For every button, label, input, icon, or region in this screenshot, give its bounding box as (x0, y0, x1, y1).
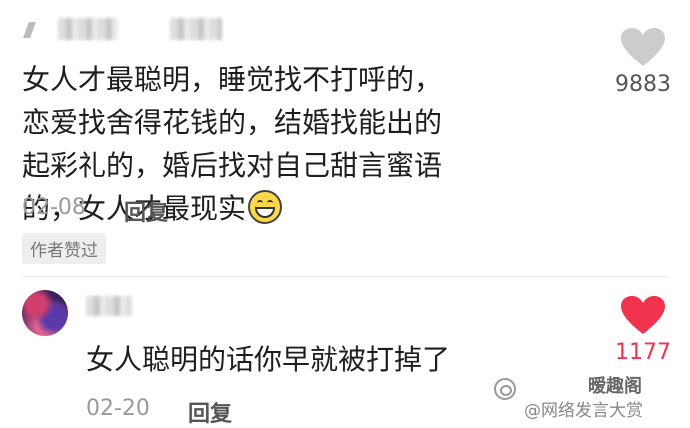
avatar[interactable] (22, 290, 68, 336)
like-count: 9883 (615, 72, 671, 97)
comment-text: 女人才最聪明，睡觉找不打呼的，恋爱找舍得花钱的，结婚找能出的起彩礼的，婚后找对自… (22, 63, 443, 225)
username-blurred (86, 296, 132, 316)
like-count: 1177 (615, 340, 671, 365)
like-button[interactable]: 1177 (604, 296, 682, 365)
heart-icon (621, 296, 665, 334)
divider (22, 276, 668, 277)
username-blurred (58, 18, 118, 40)
watermark-source: @网络发言大赏 (524, 401, 643, 421)
username-blurred-2 (170, 18, 222, 40)
username-mark (23, 22, 36, 38)
watermark-account: 暧趣阁 (588, 376, 642, 397)
author-liked-badge: 作者赞过 (22, 233, 106, 264)
grinning-face-icon (248, 190, 283, 224)
reply-button[interactable]: 回复 (124, 195, 168, 227)
reply-button[interactable]: 回复 (188, 396, 232, 428)
weibo-logo-icon (494, 378, 516, 400)
like-button[interactable]: 9883 (604, 28, 682, 97)
comment-date: 02-20 (86, 396, 150, 421)
heart-icon (621, 28, 665, 66)
comment-date: 02-08 (22, 195, 86, 220)
comment-text: 女人聪明的话你早就被打掉了 (86, 343, 451, 376)
